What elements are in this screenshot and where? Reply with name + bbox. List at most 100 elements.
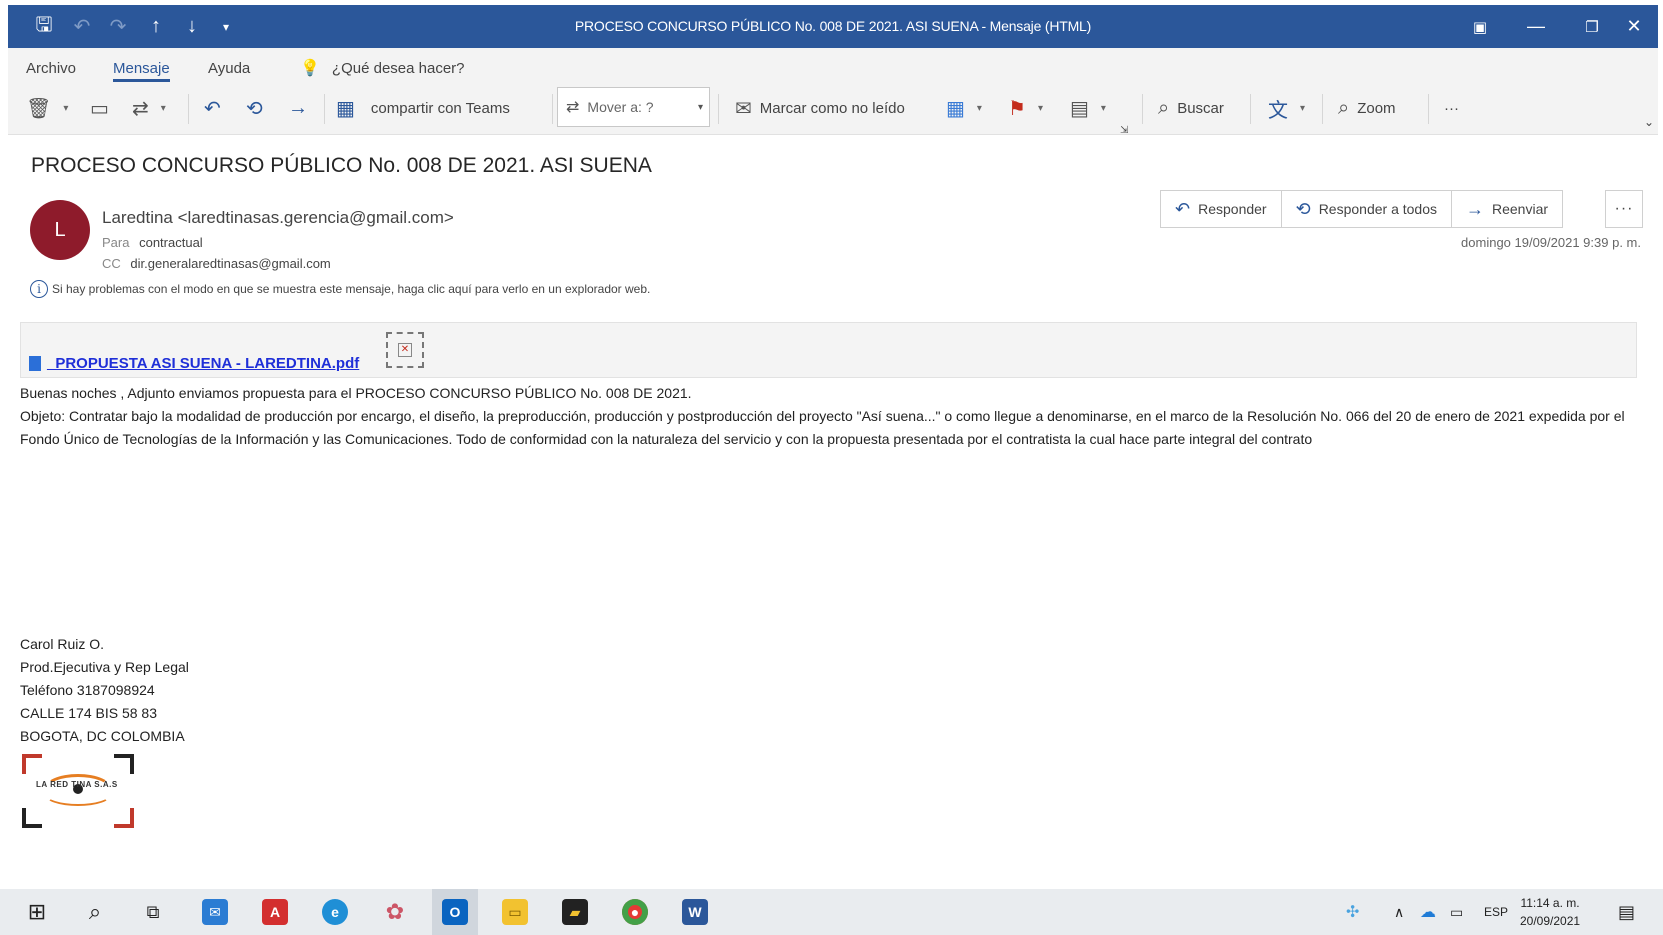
trash-icon: 🗑 [26,97,52,120]
mark-unread-label: Marcar como no leído [759,99,905,117]
more-actions-button[interactable]: ··· [1605,190,1643,228]
onedrive-icon[interactable]: ☁ [1420,889,1436,935]
responder-todos-button[interactable]: ⟲ Responder a todos [1282,191,1452,227]
chevron-down-icon: ▾ [976,102,982,114]
move-to-value: Mover a: ? [587,99,654,115]
translate-icon: 文 [1268,99,1288,122]
outlook-icon[interactable]: O [432,889,478,935]
message-body: Buenas noches , Adjunto enviamos propues… [20,382,1640,451]
policy-button[interactable]: ▤ ▾ [1070,90,1106,126]
find-label: Buscar [1177,99,1224,117]
body-line: Objeto: Contratar bajo la modalidad de p… [20,408,1625,447]
attachment-filename: _PROPUESTA ASI SUENA - LAREDTINA.pdf [47,355,360,372]
signature-line: BOGOTA, DC COLOMBIA [20,728,185,744]
to-recipient[interactable]: contractual [139,235,203,250]
more-commands-button[interactable]: ··· [1444,90,1459,126]
title-bar: 🖫 ↶ ↷ ↑ ↓ ▾ PROCESO CONCURSO PÚBLICO No.… [8,5,1658,48]
delete-button[interactable]: 🗑 ▾ [26,90,68,126]
chevron-down-icon: ▾ [1037,102,1043,114]
display-problem-infobar[interactable]: i Si hay problemas con el modo en que se… [30,280,650,298]
forward-button[interactable]: → [288,90,316,126]
ribbon-divider [1142,94,1143,124]
task-view-icon[interactable]: ⧉ [130,889,176,935]
reply-button[interactable]: ↶ [204,90,229,126]
tell-me-prompt: ¿Qué desea hacer? [331,60,465,77]
message-subject: PROCESO CONCURSO PÚBLICO No. 008 DE 2021… [31,154,652,177]
ribbon-display-options-icon[interactable]: ▣ [1452,5,1508,48]
sticky-notes-icon[interactable]: ▰ [552,889,598,935]
chevron-up-icon[interactable]: ∧ [1394,889,1404,935]
menu-ayuda[interactable]: Ayuda [208,56,250,82]
close-button[interactable]: ✕ [1606,5,1662,48]
zoom-button[interactable]: ⌕ Zoom [1338,90,1396,126]
body-line: Buenas noches , Adjunto enviamos propues… [20,385,692,401]
tags-dialog-launcher[interactable]: ⇲ [1120,112,1128,148]
notification-center-icon[interactable]: ▤ [1618,889,1635,935]
find-button[interactable]: ⌕ Buscar [1158,90,1224,126]
reply-icon: ↶ [1175,198,1191,219]
ribbon-divider [552,94,553,124]
system-clock[interactable]: 11:14 a. m. 20/09/2021 [1520,894,1580,930]
cc-label: CC [102,256,121,271]
word-icon[interactable]: W [672,889,718,935]
translate-button[interactable]: 文 ▾ [1268,90,1305,126]
categorize-button[interactable]: ▦ ▾ [946,90,982,126]
more-commands-label: ··· [1444,99,1459,117]
network-activity-icon[interactable]: ✣ [1346,889,1359,935]
menu-archivo[interactable]: Archivo [26,56,76,82]
logo-text: LA RED TINA S.A.S [36,780,118,789]
acrobat-icon[interactable]: A [252,889,298,935]
cc-recipient[interactable]: dir.generalaredtinasas@gmail.com [130,256,330,271]
reply-icon: ↶ [204,97,221,120]
reply-all-button[interactable]: ⟲ [246,90,271,126]
mark-unread-button[interactable]: ✉ Marcar como no leído [735,90,905,126]
windows-start-icon[interactable]: ⊞ [14,889,60,935]
menu-mensaje[interactable]: Mensaje [113,56,170,82]
forward-icon: → [288,96,308,119]
flag-icon: ⚑ [1008,97,1026,120]
window-title: PROCESO CONCURSO PÚBLICO No. 008 DE 2021… [574,18,1092,34]
paint-icon[interactable]: ✿ [372,889,418,935]
chevron-down-icon: ▾ [697,101,703,113]
search-icon[interactable]: ⌕ [72,889,118,935]
move-button[interactable]: ⇄ ▾ [132,90,166,126]
sender-avatar[interactable]: L [30,200,90,260]
chevron-down-icon: ▾ [160,102,166,114]
archive-button[interactable]: ▭ [90,90,117,126]
attachment-link[interactable]: _PROPUESTA ASI SUENA - LAREDTINA.pdf [29,355,359,372]
language-indicator[interactable]: ESP [1484,889,1508,935]
chevron-down-icon: ▾ [1100,102,1106,114]
chevron-down-icon: ▾ [63,102,69,114]
categorize-icon: ▦ [946,97,965,120]
move-to-dropdown[interactable]: ⇄ Mover a: ? ▾ [557,87,710,127]
signature-line: CALLE 174 BIS 58 83 [20,705,157,721]
broken-image-placeholder: ✕ [386,332,424,368]
file-explorer-icon[interactable]: ▭ [492,889,538,935]
clock-time: 11:14 a. m. [1520,896,1580,910]
reenviar-label: Reenviar [1492,201,1549,217]
signature-line: Carol Ruiz O. [20,636,105,652]
ribbon-divider [188,94,189,124]
share-teams-button[interactable]: ▦ compartir con Teams [336,90,510,126]
minimize-button[interactable]: — [1508,5,1564,48]
collapse-ribbon-button[interactable]: ⌄ [1644,104,1654,140]
battery-icon[interactable]: ▭ [1450,889,1463,935]
envelope-icon: ✉ [735,97,752,120]
follow-up-button[interactable]: ⚑ ▾ [1008,90,1043,126]
reply-all-icon: ⟲ [1295,198,1311,219]
ribbon-divider [324,94,325,124]
reenviar-button[interactable]: → Reenviar [1452,191,1562,227]
ribbon-divider [1428,94,1429,124]
tell-me-search[interactable]: 💡 ¿Qué desea hacer? [300,56,465,82]
responder-button[interactable]: ↶ Responder [1161,191,1282,227]
message-date: domingo 19/09/2021 9:39 p. m. [1461,235,1641,250]
sender-name[interactable]: Laredtina <laredtinasas.gerencia@gmail.c… [102,208,454,228]
edge-icon[interactable]: e [312,889,358,935]
zoom-label: Zoom [1357,99,1396,117]
ribbon: Archivo Mensaje Ayuda 💡 ¿Qué desea hacer… [8,48,1658,136]
chrome-icon[interactable]: ● [612,889,658,935]
mail-app-icon[interactable]: ✉ [192,889,238,935]
magnifier-icon: ⌕ [1338,96,1350,119]
to-label: Para [102,235,130,250]
info-icon: i [30,280,48,298]
